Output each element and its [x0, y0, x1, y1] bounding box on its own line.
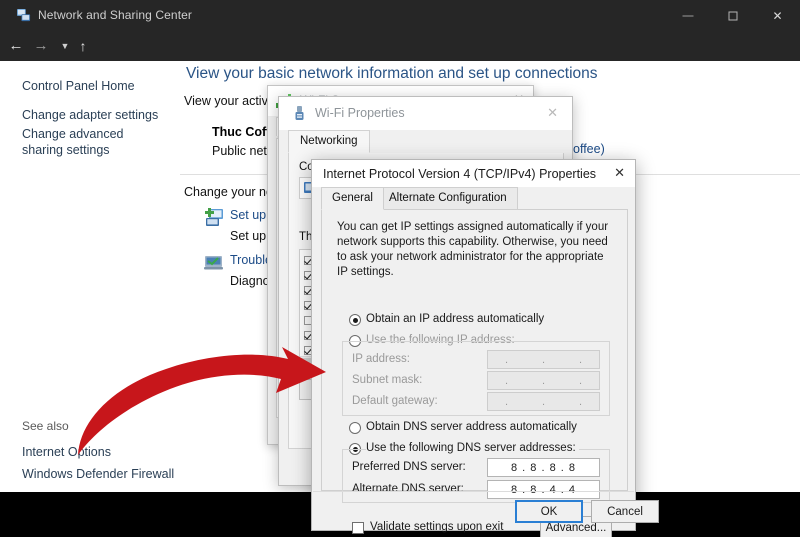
see-also-windows-defender-firewall[interactable]: Windows Defender Firewall: [22, 466, 174, 482]
label-use-following-dns[interactable]: Use the following DNS server addresses:: [366, 442, 579, 454]
minimize-button[interactable]: [665, 0, 710, 31]
page-title: View your basic network information and …: [186, 65, 598, 83]
forward-button[interactable]: →: [33, 38, 49, 54]
sidebar-item-change-adapter-settings[interactable]: Change adapter settings: [22, 107, 172, 123]
tab-general[interactable]: General: [321, 187, 384, 210]
window-title: Network and Sharing Center: [38, 8, 192, 22]
troubleshoot-icon: [202, 251, 226, 273]
subnet-mask-field[interactable]: ...: [487, 371, 600, 390]
ipv4-tabstrip: General Alternate Configuration: [321, 187, 628, 210]
ipv4-close-icon[interactable]: ✕: [614, 166, 625, 179]
ssid-link-tail[interactable]: offee): [573, 142, 605, 156]
alternate-dns-field[interactable]: 8 . 8 . 4 . 4: [487, 480, 600, 499]
label-alternate-dns: Alternate DNS server:: [352, 483, 464, 495]
ipv4-intro-text: You can get IP settings assigned automat…: [337, 220, 617, 280]
close-icon: ✕: [772, 10, 782, 22]
label-obtain-ip-automatically[interactable]: Obtain an IP address automatically: [366, 313, 544, 325]
label-subnet-mask: Subnet mask:: [352, 374, 422, 386]
network-icon: [17, 9, 31, 22]
tab-networking[interactable]: Networking: [288, 130, 370, 153]
ipv4-titlebar: Internet Protocol Version 4 (TCP/IPv4) P…: [312, 160, 635, 187]
red-curved-arrow: [70, 343, 360, 463]
maximize-button[interactable]: [710, 0, 755, 31]
preferred-dns-field[interactable]: 8 . 8 . 8 . 8: [487, 458, 600, 477]
ip-address-field[interactable]: ...: [487, 350, 600, 369]
ipv4-dialog-title: Internet Protocol Version 4 (TCP/IPv4) P…: [323, 167, 596, 181]
navigation-bar: ← → ▼ ↑ ›› Network and Internet › Networ…: [0, 31, 800, 61]
sidebar-item-control-panel-home[interactable]: Control Panel Home: [22, 78, 172, 94]
wifi-properties-tabstrip: Networking: [288, 130, 564, 154]
ipv4-general-panel: You can get IP settings assigned automat…: [321, 210, 628, 491]
network-adapter-icon: [293, 106, 306, 122]
tab-alternate-configuration[interactable]: Alternate Configuration: [378, 187, 518, 210]
ok-button[interactable]: OK: [515, 500, 583, 523]
recent-locations-button[interactable]: ▼: [57, 38, 73, 54]
wifi-properties-title: Wi-Fi Properties: [315, 106, 405, 120]
back-button[interactable]: ←: [8, 38, 24, 54]
label-default-gateway: Default gateway:: [352, 395, 438, 407]
cancel-button[interactable]: Cancel: [591, 500, 659, 523]
alternate-dns-value: 8 . 8 . 4 . 4: [488, 481, 599, 498]
label-ip-address: IP address:: [352, 353, 410, 365]
label-validate-settings[interactable]: Validate settings upon exit: [370, 521, 503, 533]
preferred-dns-value: 8 . 8 . 8 . 8: [488, 459, 599, 476]
label-obtain-dns-automatically[interactable]: Obtain DNS server address automatically: [366, 421, 577, 433]
radio-obtain-ip-automatically[interactable]: [349, 314, 361, 326]
screenshot-root: Network and Sharing Center ✕ ← → ▼ ↑ ›› …: [0, 0, 800, 537]
label-preferred-dns: Preferred DNS server:: [352, 461, 466, 473]
wifi-properties-close-icon[interactable]: ✕: [547, 105, 558, 121]
see-also-label: See also: [22, 419, 69, 433]
wifi-properties-titlebar: Wi-Fi Properties ✕: [279, 97, 572, 130]
sidebar-item-change-advanced-sharing[interactable]: Change advanced sharing settings: [22, 126, 157, 158]
new-connection-icon: [202, 206, 226, 228]
validate-settings-checkbox[interactable]: [352, 522, 364, 534]
window-titlebar: Network and Sharing Center ✕: [0, 0, 800, 31]
default-gateway-field[interactable]: ...: [487, 392, 600, 411]
dialog-footer-divider: [313, 491, 634, 492]
close-button[interactable]: ✕: [755, 0, 800, 31]
up-button[interactable]: ↑: [75, 38, 91, 54]
